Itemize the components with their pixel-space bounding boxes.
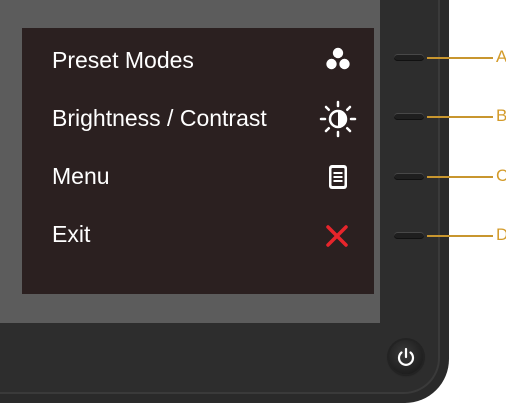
brightness-contrast-icon	[319, 100, 357, 138]
osd-item-label: Exit	[52, 221, 91, 247]
osd-item-label: Menu	[52, 163, 110, 189]
callout-line-b	[427, 116, 493, 118]
osd-item-label: Preset Modes	[52, 47, 194, 73]
osd-item-exit[interactable]: Exit	[22, 206, 374, 264]
power-icon	[397, 347, 415, 366]
control-button-b[interactable]	[394, 113, 424, 120]
control-button-a[interactable]	[394, 54, 424, 61]
callout-label-c: C	[496, 166, 506, 185]
callout-line-c	[427, 176, 493, 178]
control-button-c[interactable]	[394, 173, 424, 180]
preset-modes-icon	[326, 47, 350, 70]
monitor-bezel: Preset Modes Brightness / Contrast Menu …	[0, 0, 449, 403]
control-button-d[interactable]	[394, 232, 424, 239]
callout-label-d: D	[496, 225, 506, 244]
callout-line-a	[427, 57, 493, 59]
callout-label-b: B	[496, 106, 506, 125]
monitor-screen: Preset Modes Brightness / Contrast Menu …	[0, 0, 380, 323]
osd-item-brightness-contrast[interactable]: Brightness / Contrast	[22, 90, 374, 148]
osd-item-menu[interactable]: Menu	[22, 148, 374, 206]
callout-label-a: A	[496, 47, 506, 66]
menu-icon	[329, 165, 347, 189]
power-button[interactable]	[389, 340, 423, 374]
osd-item-preset-modes[interactable]: Preset Modes	[22, 32, 374, 90]
callout-line-d	[427, 235, 493, 237]
osd-item-label: Brightness / Contrast	[52, 105, 267, 131]
exit-icon	[326, 225, 348, 247]
osd-menu: Preset Modes Brightness / Contrast Menu …	[22, 28, 374, 294]
